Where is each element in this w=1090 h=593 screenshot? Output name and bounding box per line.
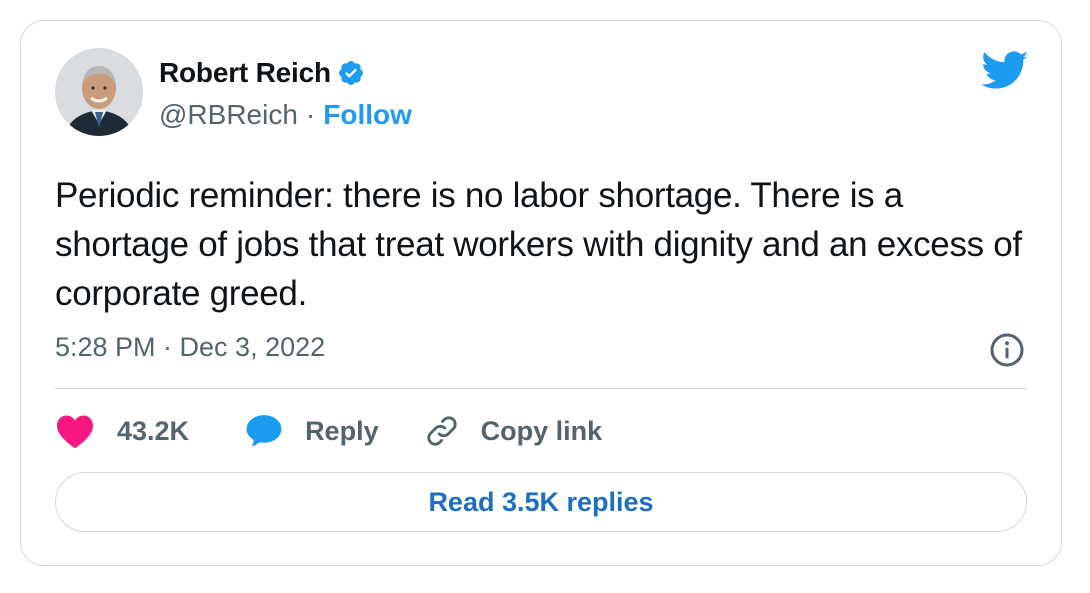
author-name[interactable]: Robert Reich xyxy=(159,57,331,89)
author-name-row: Robert Reich xyxy=(159,57,365,89)
reply-button[interactable]: Reply xyxy=(245,413,379,449)
separator-dot: · xyxy=(305,99,316,130)
copy-link-button[interactable]: Copy link xyxy=(425,414,603,448)
author-handle-row: @RBReich · Follow xyxy=(159,99,412,131)
divider xyxy=(55,388,1027,389)
reply-label: Reply xyxy=(305,415,379,446)
tweet-card: Robert Reich @RBReich · Follow Periodic … xyxy=(20,20,1062,566)
twitter-bird-icon[interactable] xyxy=(981,51,1029,91)
link-icon xyxy=(427,416,457,446)
like-count: 43.2K xyxy=(117,415,190,446)
info-icon[interactable] xyxy=(989,332,1025,368)
heart-icon xyxy=(57,415,93,449)
read-replies-button[interactable]: Read 3.5K replies xyxy=(55,472,1027,532)
copy-link-label: Copy link xyxy=(480,415,603,446)
tweet-actions: 43.2K Reply Copy link xyxy=(55,411,602,451)
speech-bubble-icon xyxy=(246,415,282,447)
avatar[interactable] xyxy=(55,48,143,136)
like-button[interactable]: 43.2K xyxy=(55,413,189,449)
tweet-timestamp[interactable]: 5:28 PM · Dec 3, 2022 xyxy=(55,332,325,363)
author-handle[interactable]: @RBReich xyxy=(159,99,298,131)
follow-link[interactable]: Follow xyxy=(323,99,412,131)
verified-badge-icon xyxy=(338,61,363,85)
tweet-text: Periodic reminder: there is no labor sho… xyxy=(55,176,1022,313)
